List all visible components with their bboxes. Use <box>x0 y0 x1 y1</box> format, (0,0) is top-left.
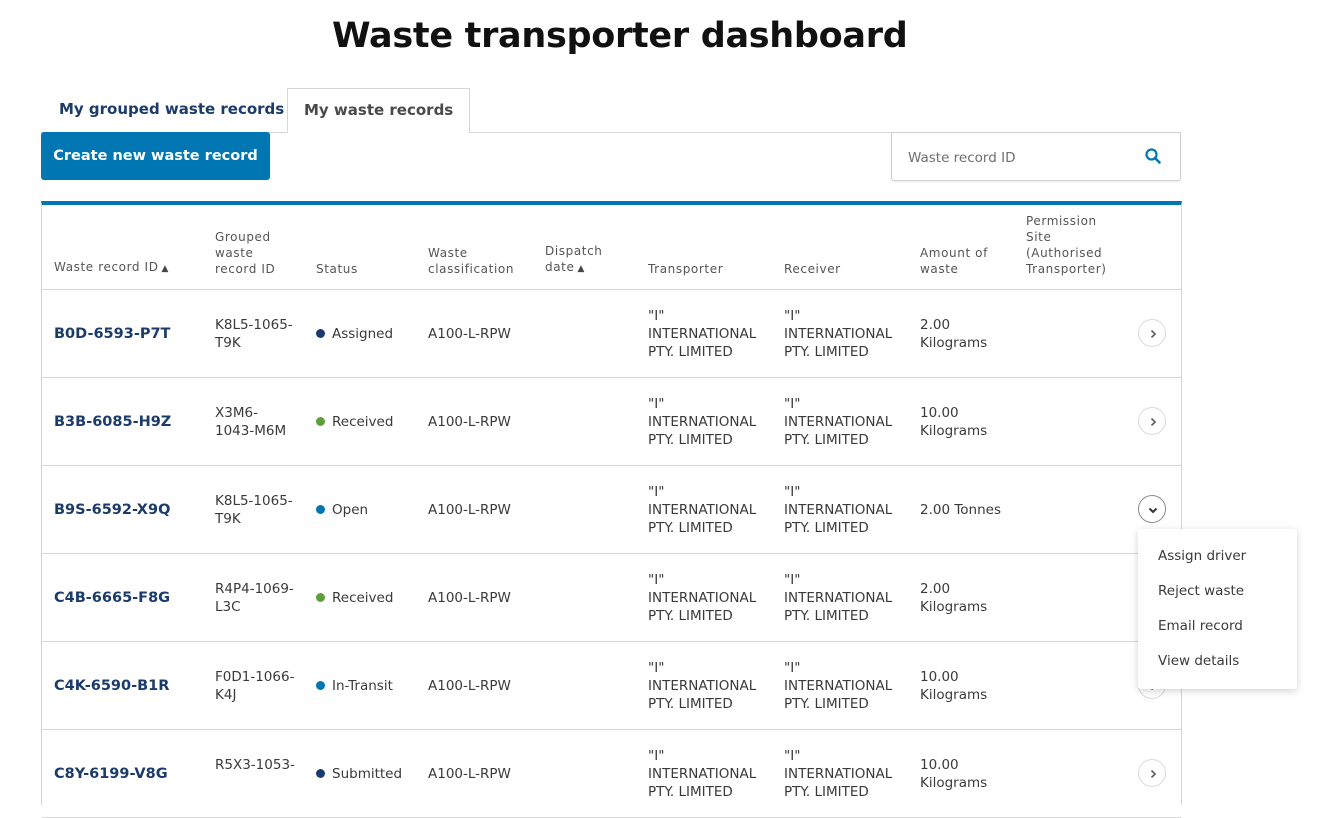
create-waste-record-button[interactable]: Create new waste record <box>41 132 270 180</box>
grouped-record-id: X3M6-1043-M6M <box>215 405 287 439</box>
status-dot-icon <box>316 328 325 338</box>
tab-my-waste-records[interactable]: My waste records <box>287 88 471 133</box>
status-dot-icon <box>316 592 325 602</box>
amount-of-waste: 10.00 Kilograms <box>920 405 988 439</box>
waste-classification: A100-L-RPW <box>428 766 511 782</box>
receiver: "I" INTERNATIONAL PTY. LIMITED <box>784 484 893 536</box>
page-title: Waste transporter dashboard <box>332 16 908 56</box>
column-header-grouped-id: Grouped waste record ID <box>215 230 276 276</box>
waste-record-id-link[interactable]: C8Y-6199-V8G <box>54 765 168 783</box>
sort-asc-icon: ▲ <box>577 264 585 274</box>
row-actions-button[interactable] <box>1138 319 1166 347</box>
tab-bar: My grouped waste records My waste record… <box>41 88 1181 133</box>
row-actions-button[interactable] <box>1138 495 1166 523</box>
status-badge: Assigned <box>316 325 393 343</box>
search-box <box>891 132 1181 182</box>
table-row[interactable]: B3B-6085-H9Z X3M6-1043-M6M Received A100-L-… <box>42 378 1181 466</box>
status-dot-icon <box>316 680 325 690</box>
waste-classification: A100-L-RPW <box>428 414 511 430</box>
waste-record-id-link[interactable]: B9S-6592-X9Q <box>54 501 170 519</box>
waste-classification: A100-L-RPW <box>428 678 511 694</box>
waste-record-id-search-input[interactable] <box>906 133 1130 182</box>
menu-item-assign-driver[interactable]: Assign driver <box>1158 548 1246 564</box>
receiver: "I" INTERNATIONAL PTY. LIMITED <box>784 308 893 360</box>
status-badge: Open <box>316 501 368 519</box>
waste-classification: A100-L-RPW <box>428 590 511 606</box>
waste-record-id-link[interactable]: B3B-6085-H9Z <box>54 413 171 431</box>
grouped-record-id: R4P4-1069-L3C <box>215 581 294 615</box>
receiver: "I" INTERNATIONAL PTY. LIMITED <box>784 660 893 712</box>
column-header-dispatch-date[interactable]: Dispatch date ▲ <box>545 243 615 277</box>
status-dot-icon <box>316 416 325 426</box>
amount-of-waste: 2.00 Kilograms <box>920 317 988 351</box>
table-header: Waste record ID ▲ Grouped waste record ID… <box>42 205 1181 290</box>
amount-of-waste: 10.00 Kilograms <box>920 757 988 791</box>
transporter: "I" INTERNATIONAL PTY. LIMITED <box>648 660 757 712</box>
column-header-status: Status <box>316 262 358 276</box>
receiver: "I" INTERNATIONAL PTY. LIMITED <box>784 572 893 624</box>
amount-of-waste: 2.00 Tonnes <box>920 502 1002 518</box>
chevron-right-icon <box>1150 329 1157 339</box>
waste-record-id-link[interactable]: B0D-6593-P7T <box>54 325 170 343</box>
grouped-record-id: K8L5-1065-T9K <box>215 493 293 527</box>
status-badge: In-Transit <box>316 677 393 695</box>
table-row[interactable]: B9S-6592-X9Q K8L5-1065-T9K Open A100-L-RPW "… <box>42 466 1181 554</box>
amount-of-waste: 10.00 Kilograms <box>920 669 988 703</box>
transporter: "I" INTERNATIONAL PTY. LIMITED <box>648 748 757 800</box>
menu-item-view-details[interactable]: View details <box>1158 653 1239 669</box>
column-header-receiver: Receiver <box>784 262 841 276</box>
transporter: "I" INTERNATIONAL PTY. LIMITED <box>648 396 757 448</box>
chevron-down-icon <box>1148 507 1158 514</box>
table-row[interactable]: C4B-6665-F8G R4P4-1069-L3C Received A100-L-… <box>42 554 1181 642</box>
chevron-right-icon <box>1150 769 1157 779</box>
column-header-permission-site: Permission Site (Authorised Transporter) <box>1026 214 1107 276</box>
table-row[interactable]: B0D-6593-P7T K8L5-1065-T9K Assigned A100-L-… <box>42 290 1181 378</box>
tab-grouped-waste-records[interactable]: My grouped waste records <box>43 88 300 131</box>
column-header-classification: Waste classification <box>428 246 515 276</box>
waste-classification: A100-L-RPW <box>428 326 511 342</box>
search-icon[interactable] <box>1144 147 1162 165</box>
amount-of-waste: 2.00 Kilograms <box>920 581 988 615</box>
sort-asc-icon: ▲ <box>161 264 170 274</box>
column-header-waste-record-id[interactable]: Waste record ID ▲ <box>54 259 169 277</box>
receiver: "I" INTERNATIONAL PTY. LIMITED <box>784 748 893 800</box>
grouped-record-id: F0D1-1066-K4J <box>215 669 295 703</box>
row-actions-menu: Assign driver Reject waste Email record … <box>1138 529 1297 689</box>
transporter: "I" INTERNATIONAL PTY. LIMITED <box>648 572 757 624</box>
status-dot-icon <box>316 768 325 778</box>
transporter: "I" INTERNATIONAL PTY. LIMITED <box>648 484 757 536</box>
grouped-record-id: R5X3-1053- <box>215 757 295 773</box>
table-row[interactable]: C8Y-6199-V8G R5X3-1053- Submitted A100-L-RP… <box>42 730 1181 818</box>
row-actions-button[interactable] <box>1138 759 1166 787</box>
status-dot-icon <box>316 504 325 514</box>
waste-records-table: Waste record ID ▲ Grouped waste record ID… <box>41 201 1182 818</box>
status-badge: Submitted <box>316 765 402 783</box>
chevron-right-icon <box>1150 417 1157 427</box>
waste-classification: A100-L-RPW <box>428 502 511 518</box>
receiver: "I" INTERNATIONAL PTY. LIMITED <box>784 396 893 448</box>
menu-item-reject-waste[interactable]: Reject waste <box>1158 583 1244 599</box>
menu-item-email-record[interactable]: Email record <box>1158 618 1243 634</box>
transporter: "I" INTERNATIONAL PTY. LIMITED <box>648 308 757 360</box>
status-badge: Received <box>316 589 393 607</box>
row-actions-button[interactable] <box>1138 407 1166 435</box>
waste-record-id-link[interactable]: C4K-6590-B1R <box>54 677 169 695</box>
column-header-transporter: Transporter <box>648 262 724 276</box>
waste-record-id-link[interactable]: C4B-6665-F8G <box>54 589 170 607</box>
column-header-amount: Amount of waste <box>920 246 988 276</box>
status-badge: Received <box>316 413 393 431</box>
table-row[interactable]: C4K-6590-B1R F0D1-1066-K4J In-Transit A100-… <box>42 642 1181 730</box>
grouped-record-id: K8L5-1065-T9K <box>215 317 293 351</box>
